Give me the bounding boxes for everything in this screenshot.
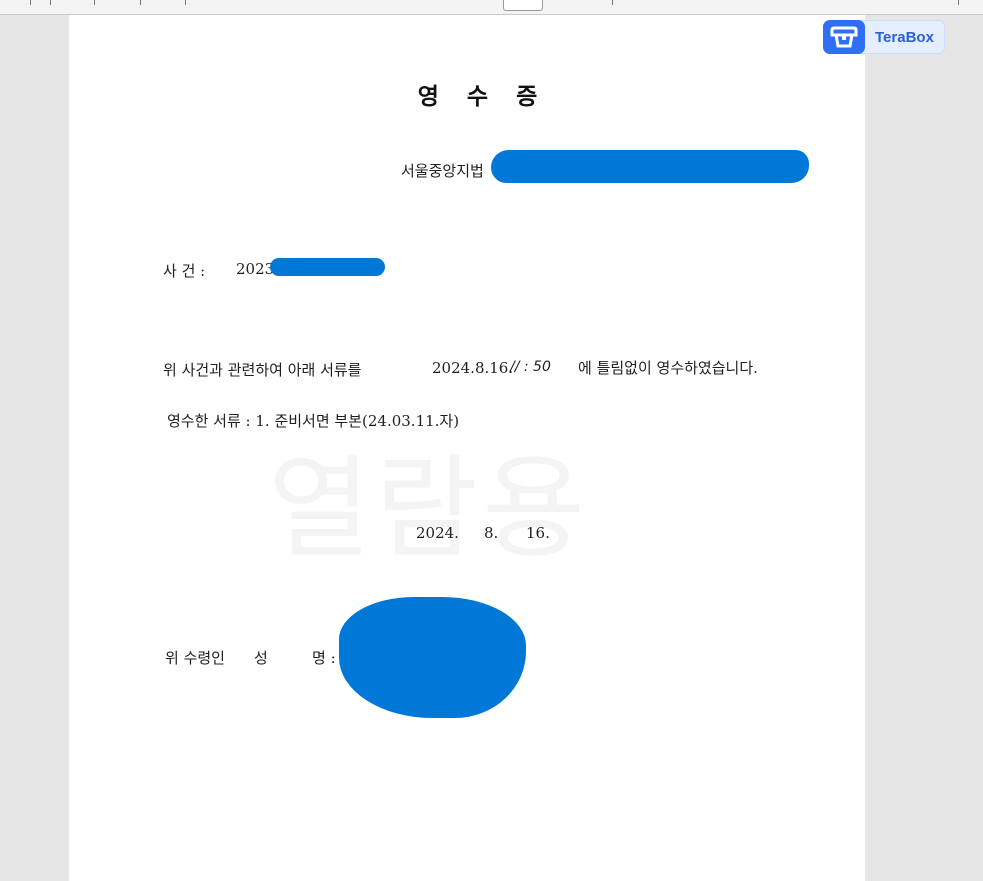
terabox-logo-icon bbox=[823, 20, 865, 54]
handwritten-time: // : 50 bbox=[510, 359, 551, 375]
document-title: 영 수 증 bbox=[417, 84, 548, 110]
court-name: 서울중앙지법 bbox=[401, 162, 484, 180]
date-year: 2024. bbox=[416, 524, 459, 542]
redaction-mark bbox=[270, 258, 385, 276]
name-label-first: 성 bbox=[254, 649, 268, 667]
page-number-input[interactable] bbox=[503, 0, 543, 11]
watermark-text: 열람용 bbox=[268, 418, 589, 580]
viewer-toolbar bbox=[0, 0, 983, 15]
terabox-label: TeraBox bbox=[875, 29, 934, 46]
toolbar-separator bbox=[50, 0, 51, 5]
redaction-mark bbox=[339, 597, 526, 718]
name-label-second: 명 : bbox=[312, 649, 336, 667]
toolbar-separator bbox=[612, 0, 613, 5]
toolbar-separator bbox=[30, 0, 31, 5]
toolbar-separator bbox=[140, 0, 141, 5]
toolbar-separator bbox=[185, 0, 186, 5]
redaction-mark bbox=[491, 150, 809, 183]
statement-prefix: 위 사건과 관련하여 아래 서류를 bbox=[163, 361, 362, 379]
recipient-label: 위 수령인 bbox=[165, 649, 225, 667]
toolbar-separator bbox=[94, 0, 95, 5]
received-documents: 영수한 서류 : 1. 준비서면 부본(24.03.11.자) bbox=[167, 412, 460, 430]
statement-date: 2024.8.16. bbox=[432, 359, 514, 377]
statement-suffix: 에 틀림없이 영수하였습니다. bbox=[578, 359, 758, 377]
toolbar-separator bbox=[958, 0, 959, 5]
case-label: 사 건 : bbox=[163, 262, 206, 280]
case-number: 2023 bbox=[236, 260, 275, 278]
terabox-button[interactable]: TeraBox bbox=[823, 20, 945, 54]
date-month: 8. bbox=[484, 524, 499, 542]
date-day: 16. bbox=[526, 524, 550, 542]
